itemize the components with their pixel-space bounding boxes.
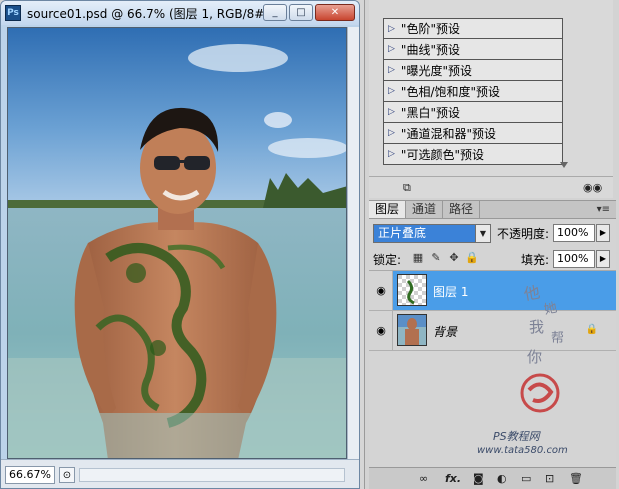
lock-fill-row: 锁定: ▦ ✎ ✥ 🔒 填充: 100% ▶	[369, 247, 616, 271]
layer-thumbnail[interactable]	[397, 314, 427, 346]
lock-label: 锁定:	[373, 253, 402, 267]
image-canvas[interactable]	[7, 27, 347, 459]
adjustment-preset-list: ▷ "色阶"预设 ▷ "曲线"预设 ▷ "曝光度"预设 ▷ "色相/饱和度"预设 ▷ "黑…	[383, 18, 563, 165]
fill-label: 填充:	[521, 253, 550, 267]
return-to-list-icon[interactable]: ⧉	[403, 181, 411, 195]
right-panel-dock: ▷ "色阶"预设 ▷ "曲线"预设 ▷ "曝光度"预设 ▷ "色相/饱和度"预设 ▷ "黑…	[364, 0, 619, 489]
panel-menu-icon[interactable]: ▾≡	[591, 201, 616, 218]
photoshop-workspace: Ps source01.psd @ 66.7% (图层 1, RGB/8#) *…	[0, 0, 619, 489]
expand-triangle-icon: ▷	[388, 65, 395, 75]
layer-name[interactable]: 图层 1	[433, 283, 468, 300]
expand-triangle-icon: ▷	[388, 107, 395, 117]
group-folder-icon[interactable]: ▭	[521, 472, 531, 485]
adjustment-preset-item[interactable]: ▷ "通道混和器"预设	[383, 123, 563, 144]
close-button[interactable]: ✕	[315, 4, 355, 21]
layer-row-background[interactable]: ◉ 背景 🔒	[369, 311, 616, 351]
opacity-label: 不透明度:	[497, 227, 550, 241]
fx-icon[interactable]: fx.	[445, 472, 461, 485]
expand-triangle-icon: ▷	[388, 86, 395, 96]
document-window: Ps source01.psd @ 66.7% (图层 1, RGB/8#) *…	[0, 0, 360, 489]
panel-tabs: 图层 通道 路径 ▾≡	[369, 201, 616, 219]
layer-thumbnail[interactable]	[397, 274, 427, 306]
document-title: source01.psd @ 66.7% (图层 1, RGB/8#) *	[27, 6, 279, 21]
adjustment-preset-item[interactable]: ▷ "曲线"预设	[383, 39, 563, 60]
expand-triangle-icon: ▷	[388, 128, 395, 138]
expand-triangle-icon: ▷	[388, 23, 395, 34]
adjustment-preset-item[interactable]: ▷ "黑白"预设	[383, 102, 563, 123]
layer-row-layer1[interactable]: ◉ 图层 1	[369, 271, 616, 311]
document-titlebar[interactable]: Ps source01.psd @ 66.7% (图层 1, RGB/8#) *…	[1, 1, 359, 25]
layers-toolbar: ∞ fx. ◙ ◐ ▭ ⊡ 🗑	[369, 467, 616, 489]
adjustments-panel: ▷ "色阶"预设 ▷ "曲线"预设 ▷ "曝光度"预设 ▷ "色相/饱和度"预设 ▷ "黑…	[369, 0, 613, 176]
lock-icon: 🔒	[585, 324, 598, 335]
canvas-photo	[8, 28, 346, 458]
lock-all-icon[interactable]: 🔒	[465, 251, 479, 265]
restore-button[interactable]: □	[289, 4, 313, 21]
blend-mode-select[interactable]: 正片叠底 ▼	[373, 224, 491, 243]
chevron-down-icon[interactable]: ▼	[475, 225, 490, 242]
blend-opacity-row: 正片叠底 ▼ 不透明度: 100% ▶	[369, 219, 616, 247]
opacity-arrow-icon[interactable]: ▶	[596, 224, 610, 242]
window-controls: _ □ ✕	[263, 4, 355, 21]
lock-move-icon[interactable]: ✥	[447, 251, 461, 265]
adjustment-preset-item[interactable]: ▷ "色阶"预设	[383, 18, 563, 39]
horizontal-scrollbar[interactable]	[79, 468, 345, 482]
lock-brush-icon[interactable]: ✎	[429, 251, 443, 265]
adjustment-preset-item[interactable]: ▷ "可选颜色"预设	[383, 144, 563, 165]
photoshop-app-icon: Ps	[5, 5, 21, 21]
expand-triangle-icon: ▷	[388, 44, 395, 54]
tab-layers[interactable]: 图层	[369, 201, 407, 218]
adjustments-footer: ⧉ ◉◉	[369, 176, 613, 198]
layer-name[interactable]: 背景	[433, 323, 457, 340]
lock-transparent-icon[interactable]: ▦	[411, 251, 425, 265]
clip-layer-icon[interactable]: ◉◉	[583, 181, 602, 194]
trash-icon[interactable]: 🗑	[569, 472, 583, 485]
tab-paths[interactable]: 路径	[443, 201, 481, 218]
fill-arrow-icon[interactable]: ▶	[596, 250, 610, 268]
blend-mode-value: 正片叠底	[378, 226, 427, 240]
zoom-field[interactable]: 66.67%	[5, 466, 55, 484]
layer-mask-icon[interactable]: ◙	[473, 472, 484, 485]
adjustments-scrollbar[interactable]	[559, 18, 569, 168]
adjustment-layer-icon[interactable]: ◐	[497, 472, 507, 485]
fill-field[interactable]: 100%	[553, 250, 595, 268]
link-layers-icon[interactable]: ∞	[419, 472, 428, 485]
tab-channels[interactable]: 通道	[406, 201, 444, 218]
adjustment-preset-item[interactable]: ▷ "曝光度"预设	[383, 60, 563, 81]
status-bar: 66.67% ⊙	[1, 459, 359, 488]
status-menu-icon[interactable]: ⊙	[59, 467, 75, 483]
eye-icon[interactable]: ◉	[373, 284, 389, 298]
opacity-field[interactable]: 100%	[553, 224, 595, 242]
eye-icon[interactable]: ◉	[373, 324, 389, 338]
layers-panel: 图层 通道 路径 ▾≡ 正片叠底 ▼ 不透明度: 100% ▶ 锁定: ▦ ✎ …	[369, 200, 616, 489]
minimize-button[interactable]: _	[263, 4, 287, 21]
vertical-scrollbar[interactable]	[347, 27, 359, 459]
expand-triangle-icon: ▷	[388, 149, 395, 159]
layers-list-empty-area	[369, 353, 616, 467]
new-layer-icon[interactable]: ⊡	[545, 472, 554, 485]
adjustment-preset-item[interactable]: ▷ "色相/饱和度"预设	[383, 81, 563, 102]
